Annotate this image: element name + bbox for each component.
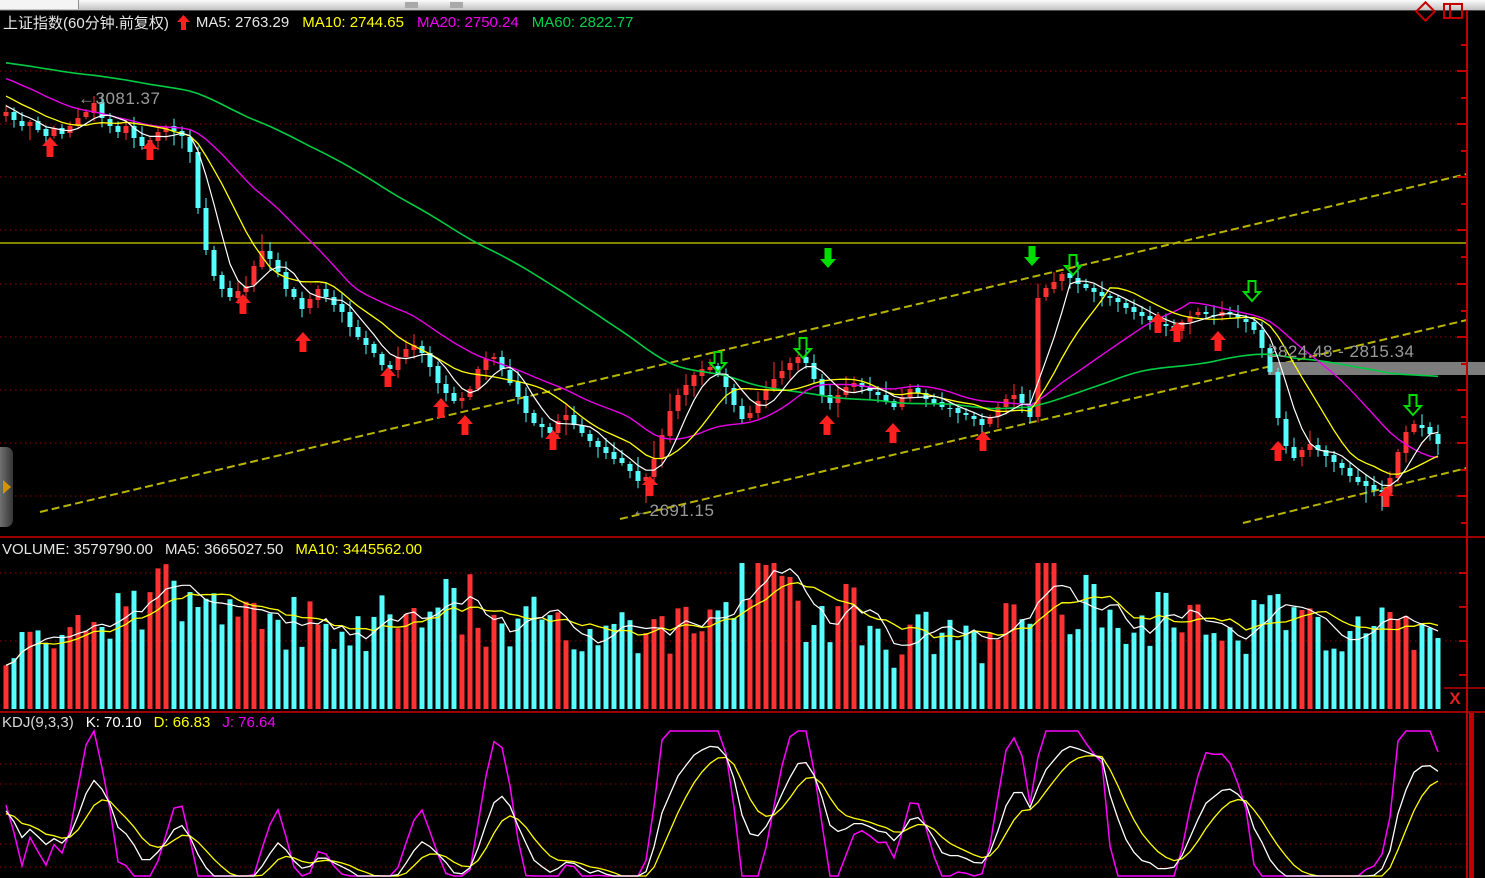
volume-ma5-value: MA5: 3665027.50 <box>165 541 283 558</box>
diamond-icon[interactable] <box>1415 0 1436 21</box>
sidebar-expander-tab[interactable] <box>0 447 13 527</box>
price-label-gap: 2824.48 - 2815.34 <box>1268 342 1415 362</box>
volume-value: VOLUME: 3579790.00 <box>2 541 153 558</box>
ma5-value: MA5: 2763.29 <box>196 14 289 31</box>
instrument-title: 上证指数(60分钟.前复权) <box>3 12 169 33</box>
volume-ma10-value: MA10: 3445562.00 <box>295 541 422 558</box>
chart-canvas[interactable] <box>0 0 1485 878</box>
trading-app-window: 上证指数(60分钟.前复权) MA5: 2763.29 MA10: 2744.6… <box>0 0 1485 878</box>
expand-arrow-icon <box>3 480 11 494</box>
chart-title-bar: 上证指数(60分钟.前复权) MA5: 2763.29 MA10: 2744.6… <box>0 11 1485 33</box>
kdj-panel-header: KDJ(9,3,3) K: 70.10 D: 66.83 J: 76.64 <box>2 714 288 731</box>
split-window-icon[interactable] <box>1443 3 1463 19</box>
kdj-k-value: K: 70.10 <box>86 714 142 731</box>
price-label-low: ←2691.15 <box>632 501 714 521</box>
kdj-label: KDJ(9,3,3) <box>2 714 74 731</box>
kdj-d-value: D: 66.83 <box>154 714 211 731</box>
close-panel-x-button[interactable]: X <box>1444 688 1466 709</box>
ma60-value: MA60: 2822.77 <box>532 14 634 31</box>
price-label-high: ←3081.37 <box>78 89 160 109</box>
ma20-value: MA20: 2750.24 <box>417 14 519 31</box>
up-arrow-red-icon <box>177 15 190 30</box>
volume-panel-header: VOLUME: 3579790.00 MA5: 3665027.50 MA10:… <box>2 541 434 558</box>
ma10-value: MA10: 2744.65 <box>302 14 404 31</box>
kdj-j-value: J: 76.64 <box>222 714 275 731</box>
